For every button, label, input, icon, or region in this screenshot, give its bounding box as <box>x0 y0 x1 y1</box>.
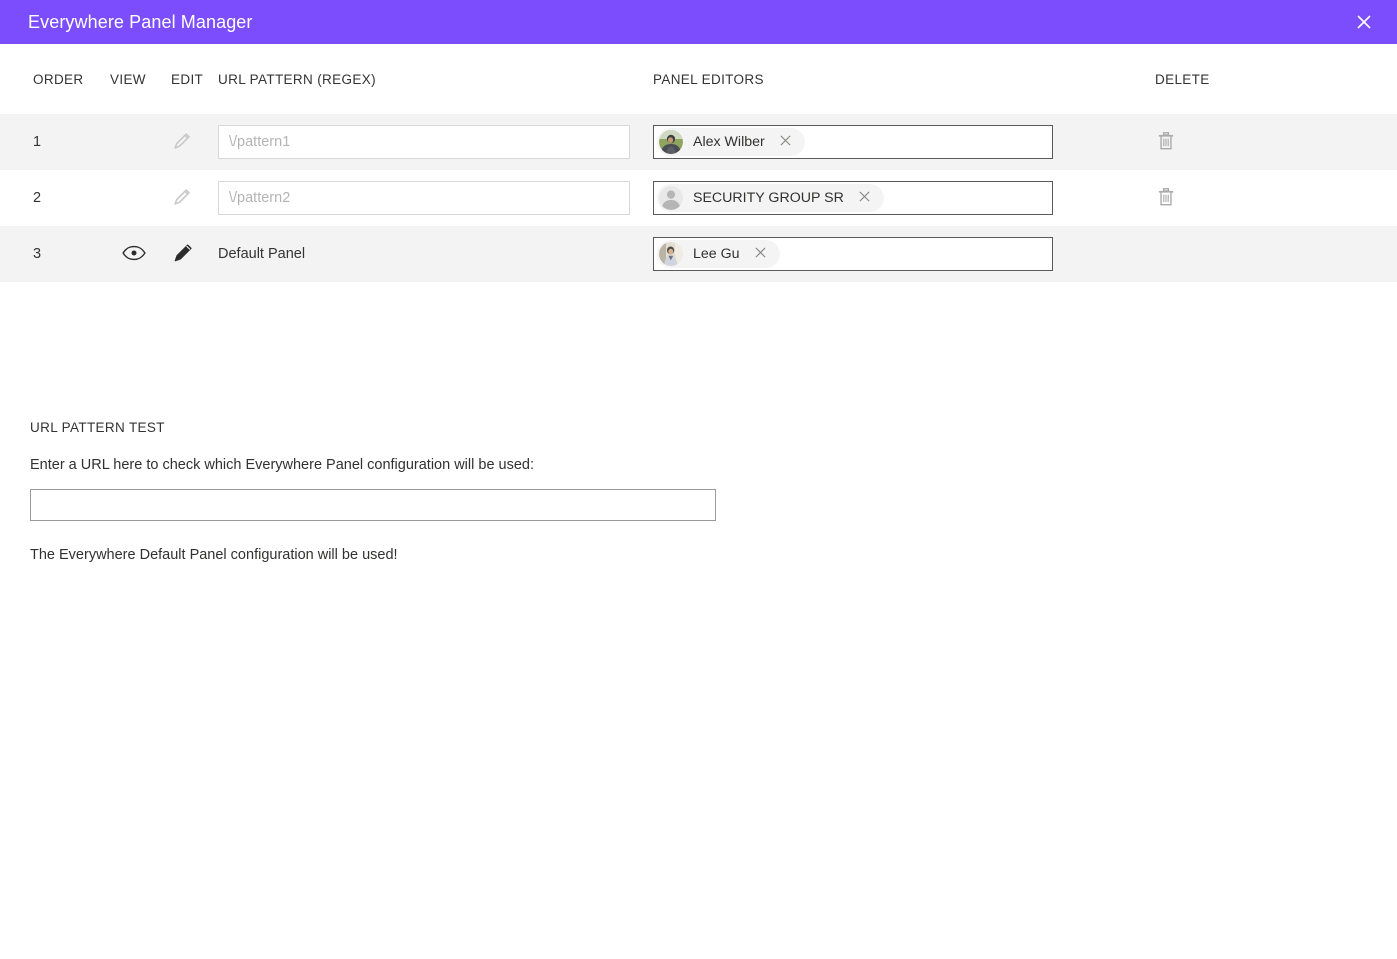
row-order-cell: 2 <box>0 189 110 207</box>
url-pattern-label: Default Panel <box>218 246 306 262</box>
column-header-view: VIEW <box>110 71 146 87</box>
trash-icon <box>1155 130 1177 155</box>
close-icon <box>1354 12 1374 32</box>
row-url-cell <box>218 181 653 215</box>
column-header-delete: DELETE <box>1155 71 1210 87</box>
row-order-cell: 1 <box>0 133 110 151</box>
table-row: 2 \/pattern2 SECURITY GROUP SR <box>0 170 1397 226</box>
row-order-number: 1 <box>33 134 42 150</box>
close-icon <box>779 134 792 150</box>
page-title: Everywhere Panel Manager <box>28 12 253 32</box>
row-delete-cell <box>1131 186 1381 211</box>
url-pattern-test-result: The Everywhere Default Panel configurati… <box>30 547 398 563</box>
table-row: 3 Default Panel Lee Gu <box>0 226 1397 282</box>
pencil-icon <box>171 241 195 268</box>
pencil-icon <box>171 130 193 155</box>
editor-name: SECURITY GROUP SR <box>693 190 844 206</box>
pencil-icon <box>171 186 193 211</box>
column-header-editors: PANEL EDITORS <box>653 71 764 87</box>
editor-pill[interactable]: Lee Gu <box>657 240 780 268</box>
panel-editors-picker[interactable]: Alex Wilber <box>653 125 1053 159</box>
row-order-cell: 3 <box>0 245 110 263</box>
table-row: 1 \/pattern1 Alex Wilber <box>0 114 1397 170</box>
panel-config-table: ORDER VIEW EDIT URL PATTERN (REGEX) PANE… <box>0 44 1397 282</box>
close-icon <box>858 190 871 206</box>
row-editors-cell: Lee Gu <box>653 237 1131 271</box>
row-view-cell <box>110 244 158 265</box>
row-edit-cell <box>158 130 218 155</box>
window-titlebar: Everywhere Panel Manager <box>0 0 1397 44</box>
row-edit-cell <box>158 241 218 268</box>
remove-editor-button[interactable] <box>750 243 772 265</box>
delete-row-button[interactable] <box>1155 186 1177 211</box>
url-pattern-test-input[interactable] <box>30 489 716 521</box>
avatar <box>659 242 683 266</box>
row-edit-cell <box>158 186 218 211</box>
column-header-order: ORDER <box>33 71 84 87</box>
panel-editors-picker[interactable]: Lee Gu <box>653 237 1053 271</box>
view-panel-button[interactable] <box>122 244 146 265</box>
column-header-edit: EDIT <box>171 71 204 87</box>
table-header-row: ORDER VIEW EDIT URL PATTERN (REGEX) PANE… <box>0 44 1397 114</box>
row-editors-cell: SECURITY GROUP SR <box>653 181 1131 215</box>
remove-editor-button[interactable] <box>854 187 876 209</box>
trash-icon <box>1155 186 1177 211</box>
column-header-url: URL PATTERN (REGEX) <box>218 71 376 87</box>
row-order-number: 3 <box>33 246 42 262</box>
eye-icon <box>122 244 146 265</box>
url-pattern-input[interactable] <box>218 125 630 159</box>
edit-panel-button[interactable] <box>171 241 195 268</box>
url-pattern-test-heading: URL PATTERN TEST <box>30 420 165 435</box>
close-button[interactable] <box>1347 5 1381 39</box>
row-url-cell: Default Panel <box>218 245 653 263</box>
avatar <box>659 130 683 154</box>
panel-editors-picker[interactable]: SECURITY GROUP SR <box>653 181 1053 215</box>
close-icon <box>754 246 767 262</box>
delete-row-button[interactable] <box>1155 130 1177 155</box>
url-pattern-test-description: Enter a URL here to check which Everywhe… <box>30 457 535 473</box>
url-pattern-test-section: URL PATTERN TEST Enter a URL here to che… <box>30 420 790 563</box>
avatar <box>659 186 683 210</box>
edit-panel-button[interactable] <box>171 130 193 155</box>
row-url-cell <box>218 125 653 159</box>
remove-editor-button[interactable] <box>775 131 797 153</box>
row-order-number: 2 <box>33 190 42 206</box>
row-delete-cell <box>1131 130 1381 155</box>
row-editors-cell: Alex Wilber <box>653 125 1131 159</box>
editor-pill[interactable]: Alex Wilber <box>657 128 805 156</box>
editor-name: Alex Wilber <box>693 134 765 150</box>
edit-panel-button[interactable] <box>171 186 193 211</box>
editor-name: Lee Gu <box>693 246 740 262</box>
url-pattern-input[interactable] <box>218 181 630 215</box>
editor-pill[interactable]: SECURITY GROUP SR <box>657 184 884 212</box>
